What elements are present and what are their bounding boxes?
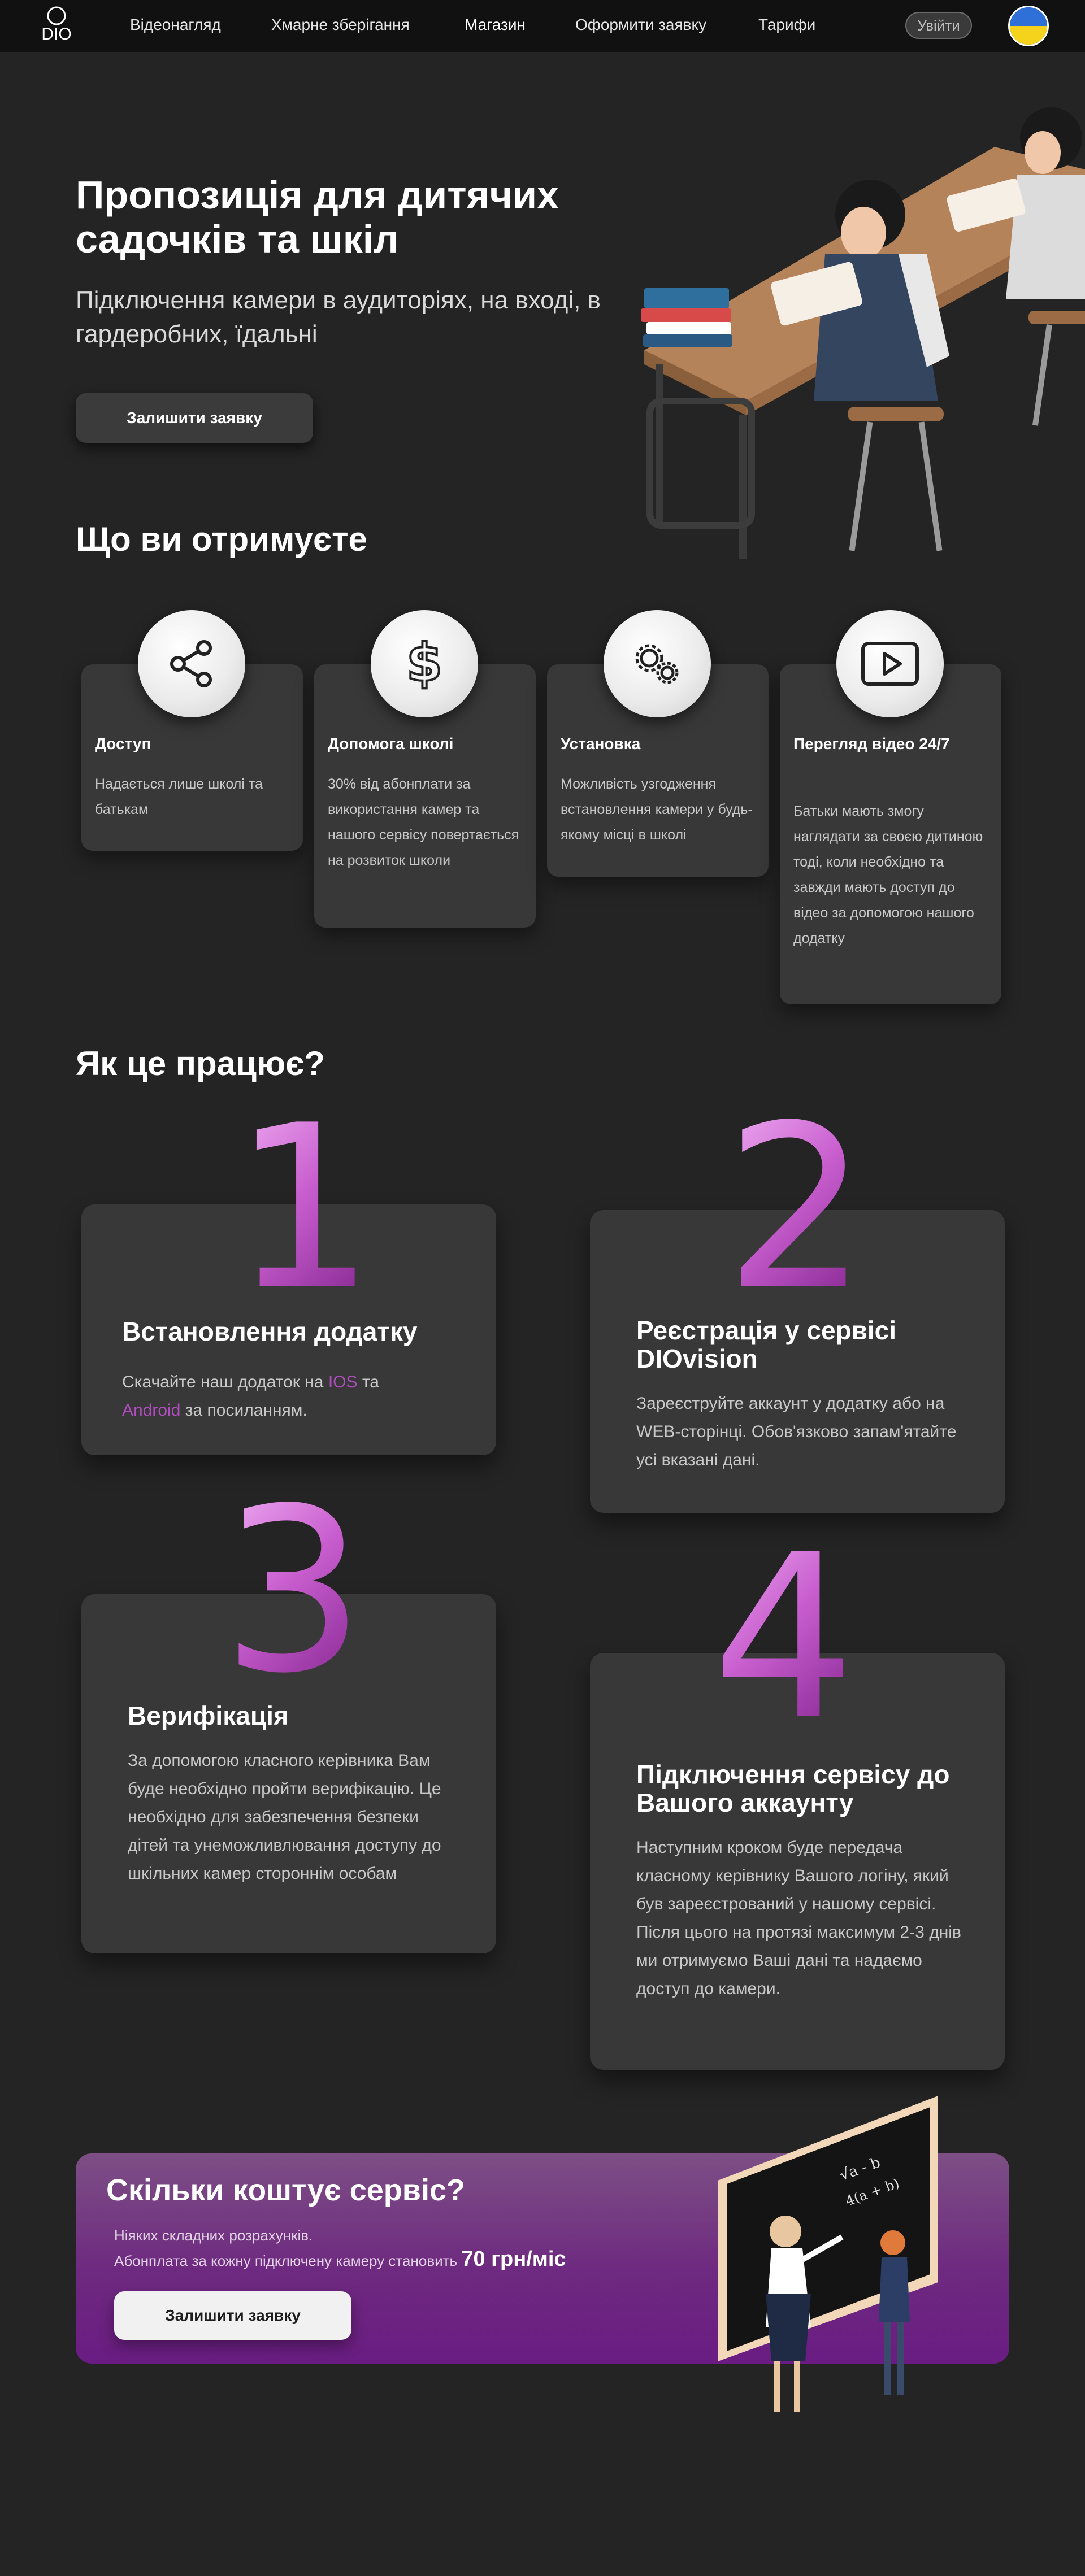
feature-text: 30% від абонплати за використання камер … xyxy=(328,776,519,868)
gears-icon xyxy=(604,610,711,717)
login-button[interactable]: Увійти xyxy=(905,12,972,39)
nav-link-tariffs[interactable]: Тарифи xyxy=(758,16,815,34)
dio-logo[interactable]: DIO xyxy=(35,3,78,49)
ios-link[interactable]: IOS xyxy=(328,1373,358,1391)
play-video-icon xyxy=(836,610,944,717)
price-statement: Абонплата за кожну підключену камеру ста… xyxy=(114,2247,566,2271)
nav-link-apply[interactable]: Оформити заявку xyxy=(575,16,706,34)
step-text: Скачайте наш додаток на IOS та Android з… xyxy=(122,1373,379,1420)
nav-link-cloud-storage[interactable]: Хмарне зберігання xyxy=(271,16,410,34)
price-value: 70 грн/міс xyxy=(461,2247,566,2271)
hero-request-button[interactable]: Залишити заявку xyxy=(76,393,313,443)
svg-text:$: $ xyxy=(406,637,442,691)
top-navigation: DIO Відеонагляд Хмарне зберігання Магази… xyxy=(0,0,1085,52)
hero-title: Пропозиція для дитячих садочків та шкіл xyxy=(76,173,559,261)
feature-card-school-help: $ Допомога школі 30% від абонплати за ви… xyxy=(314,610,536,928)
feature-text: Можливість узгодження встановлення камер… xyxy=(561,776,753,843)
price-title: Скільки коштує сервіс? xyxy=(106,2173,465,2207)
share-icon xyxy=(138,610,245,717)
logo-text: DIO xyxy=(41,25,71,43)
feature-card-access: Доступ Надається лише школі та батькам xyxy=(81,610,303,851)
step-text: За допомогою класного керівника Вам буде… xyxy=(128,1751,441,1883)
feature-title: Доступ xyxy=(95,735,151,752)
step-text: Наступним кроком буде передача класному … xyxy=(636,1838,961,1998)
feature-title: Перегляд відео 24/7 xyxy=(793,735,950,752)
feature-title: Установка xyxy=(561,735,641,752)
step-text: Зареєструйте аккаунт у додатку або на WE… xyxy=(636,1394,957,1469)
dollar-icon: $ xyxy=(371,610,478,717)
ukraine-flag-icon[interactable] xyxy=(1008,6,1049,46)
step-number-3: 3 xyxy=(222,1460,366,1723)
nav-link-shop[interactable]: Магазин xyxy=(465,16,526,34)
feature-text: Надається лише школі та батькам xyxy=(95,776,263,817)
students-at-desk-illustration xyxy=(641,107,1085,559)
hero-subtitle: Підключення камери в аудиторіях, на вход… xyxy=(76,286,601,348)
nav-link-video-surveillance[interactable]: Відеонагляд xyxy=(130,16,221,34)
step-number-1: 1 xyxy=(232,1077,376,1340)
features-title: Що ви отримуєте xyxy=(76,520,367,558)
android-link[interactable]: Android xyxy=(122,1401,180,1420)
feature-title: Допомога школі xyxy=(328,735,454,752)
feature-text: Батьки мають змогу наглядати за своєю ди… xyxy=(793,803,983,946)
step-number-2: 2 xyxy=(724,1077,869,1340)
teacher-at-blackboard-illustration: √a - b 4(a + b) xyxy=(718,2096,938,2412)
step-number-4: 4 xyxy=(712,1507,856,1769)
price-note: Ніяких складних розрахунків. xyxy=(114,2227,313,2244)
price-request-button[interactable]: Залишити заявку xyxy=(114,2291,351,2340)
feature-card-installation: Установка Можливість узгодження встановл… xyxy=(547,610,769,877)
feature-card-video-24-7: Перегляд відео 24/7 Батьки мають змогу н… xyxy=(780,610,1001,1004)
